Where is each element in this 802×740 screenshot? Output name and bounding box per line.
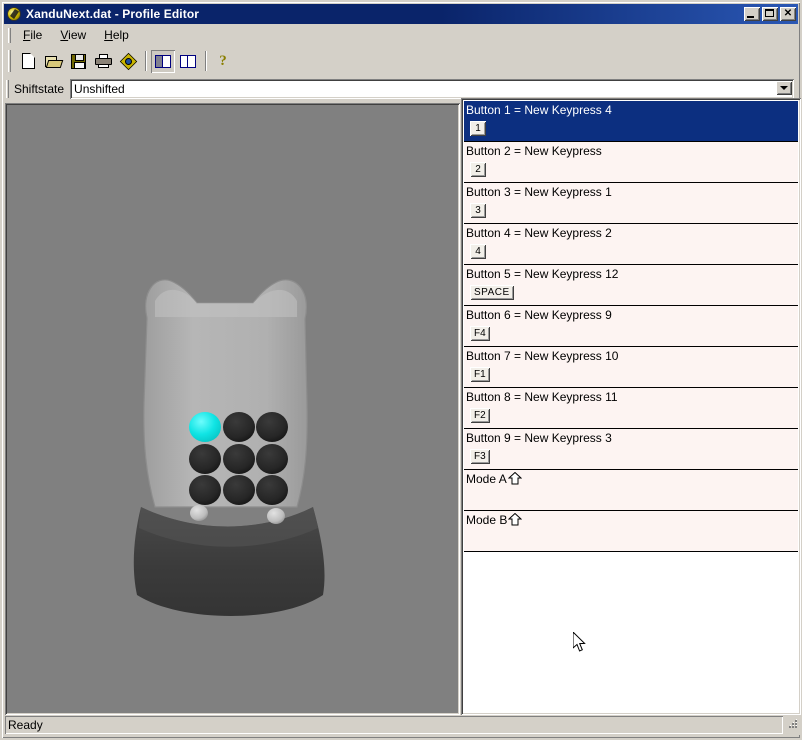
shiftstate-combobox[interactable]: Unshifted [70, 79, 794, 99]
list-item[interactable]: Button 3 = New Keypress 1 3 [464, 183, 798, 224]
printer-icon [94, 54, 112, 68]
save-floppy-icon [70, 53, 86, 69]
device-dome-left [190, 505, 208, 521]
close-icon: ✕ [783, 8, 793, 19]
list-item-label: Mode B [466, 513, 798, 527]
print-button[interactable] [91, 50, 115, 73]
list-item[interactable]: Button 9 = New Keypress 3 F3 [464, 429, 798, 470]
list-item-label: Button 5 = New Keypress 12 [466, 267, 619, 281]
list-item[interactable]: Button 8 = New Keypress 11 F2 [464, 388, 798, 429]
status-bar: Ready [5, 715, 800, 735]
list-item-label: Mode A [466, 472, 798, 486]
target-diamond-icon [119, 52, 137, 70]
menu-item-file-label: ile [30, 28, 43, 42]
maximize-button[interactable] [762, 7, 778, 21]
maximize-icon [765, 9, 774, 17]
list-item[interactable]: Button 7 = New Keypress 10 F1 [464, 347, 798, 388]
list-item[interactable]: Button 4 = New Keypress 2 4 [464, 224, 798, 265]
split-pane-filled-icon [155, 54, 171, 68]
single-view-button[interactable] [176, 50, 200, 73]
toolbar-separator-2 [205, 51, 207, 71]
split-pane-empty-icon [180, 54, 196, 68]
list-item-label: Button 9 = New Keypress 3 [466, 431, 612, 445]
list-item-label: Button 6 = New Keypress 9 [466, 308, 612, 322]
device-button-grid [189, 412, 288, 505]
window-title: XanduNext.dat - Profile Editor [26, 7, 200, 21]
device-button-9 [256, 475, 288, 505]
window-controls: ✕ [744, 7, 796, 21]
chevron-down-icon[interactable] [776, 81, 792, 95]
keycap-button[interactable]: SPACE [470, 285, 514, 300]
question-mark-icon: ? [219, 52, 227, 69]
device-button-6 [256, 444, 288, 474]
keycap-button[interactable]: F1 [470, 367, 490, 382]
list-item-label: Button 7 = New Keypress 10 [466, 349, 619, 363]
menu-item-view[interactable]: View [51, 26, 95, 44]
keycap-button[interactable]: F4 [470, 326, 490, 341]
list-item[interactable]: Button 2 = New Keypress 2 [464, 142, 798, 183]
menu-item-file[interactable]: File [14, 26, 51, 44]
list-item-label: Button 4 = New Keypress 2 [466, 226, 612, 240]
shiftstate-drag-grip[interactable] [6, 80, 9, 98]
help-button[interactable]: ? [211, 50, 235, 73]
minimize-button[interactable] [744, 7, 760, 21]
3d-gamepad-model[interactable] [5, 103, 460, 715]
menu-item-help-label: elp [112, 28, 129, 42]
list-item[interactable]: Button 1 = New Keypress 4 1 [464, 101, 798, 142]
up-arrow-icon [508, 513, 523, 526]
device-viewport[interactable] [5, 103, 460, 715]
device-button-7 [189, 475, 221, 505]
device-button-4 [189, 444, 221, 474]
keycap-button[interactable]: 3 [470, 203, 486, 218]
menu-item-view-label: iew [68, 28, 87, 42]
menu-drag-grip[interactable] [8, 28, 11, 43]
open-folder-icon [44, 55, 63, 68]
keycap-button[interactable]: F3 [470, 449, 490, 464]
split-view-button[interactable] [151, 49, 175, 73]
keycap-button[interactable]: 2 [470, 162, 486, 177]
title-bar: XanduNext.dat - Profile Editor ✕ [4, 4, 798, 24]
close-button[interactable]: ✕ [780, 7, 796, 21]
list-item[interactable]: Button 5 = New Keypress 12 SPACE [464, 265, 798, 306]
button-assignment-list[interactable]: Button 1 = New Keypress 4 1 Button 2 = New… [461, 98, 801, 715]
list-item[interactable]: Mode B [464, 511, 798, 552]
new-button[interactable] [16, 50, 40, 73]
shiftstate-label: Shiftstate [14, 82, 65, 96]
keycap-button[interactable]: 4 [470, 244, 486, 259]
new-document-icon [21, 53, 35, 69]
keycap-button[interactable]: F2 [470, 408, 490, 423]
shiftstate-value: Unshifted [74, 82, 125, 96]
up-arrow-icon [507, 472, 522, 485]
toolbar: ? [4, 47, 798, 75]
resize-grip[interactable] [785, 718, 799, 732]
application-window: XanduNext.dat - Profile Editor ✕ File Vi… [0, 0, 802, 740]
device-button-8 [223, 475, 255, 505]
list-item[interactable]: Button 6 = New Keypress 9 F4 [464, 306, 798, 347]
list-rows-container: Button 1 = New Keypress 4 1 Button 2 = New… [464, 101, 798, 712]
save-button[interactable] [66, 50, 90, 73]
toolbar-separator-1 [145, 51, 147, 71]
calibrate-button[interactable] [116, 50, 140, 73]
menu-item-help[interactable]: Help [95, 26, 138, 44]
menu-bar: File View Help [4, 25, 798, 45]
device-button-1 [189, 412, 221, 442]
list-item-label: Button 3 = New Keypress 1 [466, 185, 612, 199]
device-dome-right [267, 508, 285, 524]
device-button-2 [223, 412, 255, 442]
list-item-label: Button 1 = New Keypress 4 [466, 103, 612, 117]
status-text: Ready [5, 716, 783, 734]
open-button[interactable] [41, 50, 65, 73]
device-button-3 [256, 412, 288, 442]
list-item-label: Button 8 = New Keypress 11 [466, 390, 618, 404]
list-item-label: Button 2 = New Keypress [466, 144, 602, 158]
minimize-icon [747, 16, 754, 18]
keycap-button[interactable]: 1 [470, 121, 486, 136]
toolbar-drag-grip[interactable] [8, 50, 11, 72]
app-disc-icon [6, 6, 22, 22]
device-button-5 [223, 444, 255, 474]
list-item[interactable]: Mode A [464, 470, 798, 511]
